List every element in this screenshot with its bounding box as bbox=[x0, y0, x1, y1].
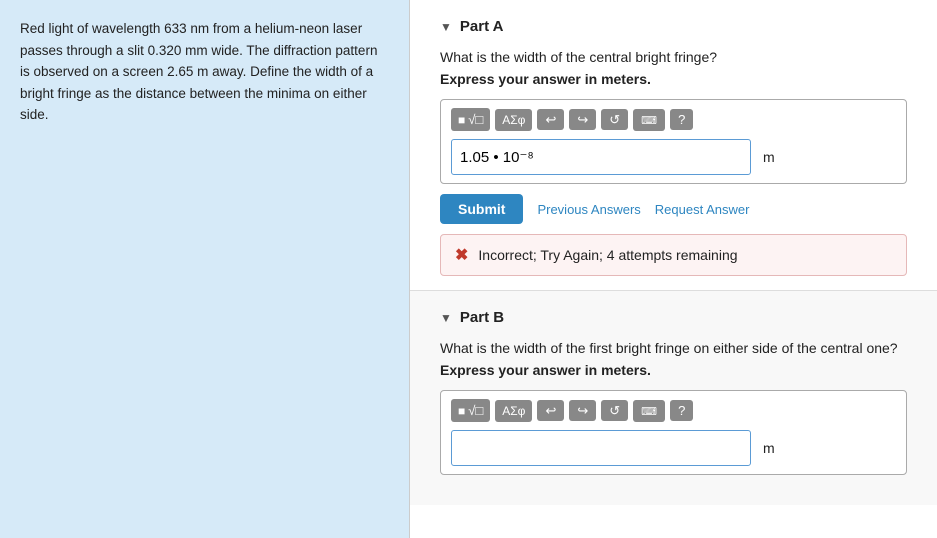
part-b-help-icon: ? bbox=[678, 403, 685, 418]
part-b-refresh-button[interactable]: ↺ bbox=[601, 400, 628, 421]
part-a-header: ▼ Part A bbox=[440, 18, 907, 35]
part-a-answer-input[interactable] bbox=[451, 139, 751, 175]
part-b-unit: m bbox=[763, 440, 775, 456]
part-b-redo-icon: ↪ bbox=[577, 403, 588, 418]
problem-description: Red light of wavelength 633 nm from a he… bbox=[0, 0, 410, 538]
part-b-help-button[interactable]: ? bbox=[670, 400, 693, 421]
problem-text: Red light of wavelength 633 nm from a he… bbox=[20, 18, 389, 126]
redo-button[interactable]: ↪ bbox=[569, 109, 596, 130]
part-a-question: What is the width of the central bright … bbox=[440, 49, 907, 65]
part-b-refresh-icon: ↺ bbox=[609, 403, 620, 418]
part-b-input-container: ■ √□ ΑΣφ ↩ ↪ ↺ ⌨ ? bbox=[440, 390, 907, 475]
part-a-actions: Submit Previous Answers Request Answer bbox=[440, 194, 907, 224]
help-button[interactable]: ? bbox=[670, 109, 693, 130]
refresh-button[interactable]: ↺ bbox=[601, 109, 628, 130]
part-b-label: Part B bbox=[460, 309, 504, 326]
part-a-toolbar: ■ √□ ΑΣφ ↩ ↪ ↺ ⌨ ? bbox=[451, 108, 896, 131]
part-a-section: ▼ Part A What is the width of the centra… bbox=[410, 0, 937, 290]
answer-panel: ▼ Part A What is the width of the centra… bbox=[410, 0, 937, 538]
submit-button[interactable]: Submit bbox=[440, 194, 523, 224]
undo-button[interactable]: ↩ bbox=[537, 109, 564, 130]
part-b-undo-icon: ↩ bbox=[545, 403, 556, 418]
part-b-math-icon: ■ bbox=[458, 404, 465, 418]
part-b-redo-button[interactable]: ↪ bbox=[569, 400, 596, 421]
part-a-instruction: Express your answer in meters. bbox=[440, 71, 907, 87]
part-b-undo-button[interactable]: ↩ bbox=[537, 400, 564, 421]
refresh-icon: ↺ bbox=[609, 112, 620, 127]
part-a-chevron[interactable]: ▼ bbox=[440, 20, 452, 34]
keyboard-button[interactable]: ⌨ bbox=[633, 109, 665, 131]
part-b-instruction: Express your answer in meters. bbox=[440, 362, 907, 378]
part-b-answer-input[interactable] bbox=[451, 430, 751, 466]
part-a-unit: m bbox=[763, 149, 775, 165]
part-a-input-container: ■ √□ ΑΣφ ↩ ↪ ↺ ⌨ ? bbox=[440, 99, 907, 184]
part-b-sqrt-icon: √□ bbox=[468, 403, 483, 418]
help-icon: ? bbox=[678, 112, 685, 127]
keyboard-icon: ⌨ bbox=[641, 115, 657, 127]
part-b-math-button[interactable]: ■ √□ bbox=[451, 399, 490, 422]
part-b-toolbar: ■ √□ ΑΣφ ↩ ↪ ↺ ⌨ ? bbox=[451, 399, 896, 422]
feedback-text: Incorrect; Try Again; 4 attempts remaini… bbox=[478, 247, 737, 263]
part-b-question: What is the width of the first bright fr… bbox=[440, 340, 907, 356]
part-b-sigma-button[interactable]: ΑΣφ bbox=[495, 400, 532, 422]
undo-icon: ↩ bbox=[545, 112, 556, 127]
part-b-keyboard-icon: ⌨ bbox=[641, 406, 657, 418]
sigma-icon: ΑΣφ bbox=[502, 113, 525, 127]
sqrt-icon: √□ bbox=[468, 112, 483, 127]
part-a-input-row: m bbox=[451, 139, 896, 175]
redo-icon: ↪ bbox=[577, 112, 588, 127]
part-b-section: ▼ Part B What is the width of the first … bbox=[410, 290, 937, 505]
part-b-keyboard-button[interactable]: ⌨ bbox=[633, 400, 665, 422]
feedback-box: ✖ Incorrect; Try Again; 4 attempts remai… bbox=[440, 234, 907, 276]
math-icon: ■ bbox=[458, 113, 465, 127]
part-b-header: ▼ Part B bbox=[440, 309, 907, 326]
math-button[interactable]: ■ √□ bbox=[451, 108, 490, 131]
part-a-label: Part A bbox=[460, 18, 504, 35]
incorrect-icon: ✖ bbox=[455, 245, 468, 265]
request-answer-link[interactable]: Request Answer bbox=[655, 202, 750, 217]
part-b-input-row: m bbox=[451, 430, 896, 466]
sigma-button[interactable]: ΑΣφ bbox=[495, 109, 532, 131]
previous-answers-link[interactable]: Previous Answers bbox=[537, 202, 640, 217]
part-b-chevron[interactable]: ▼ bbox=[440, 311, 452, 325]
part-b-sigma-icon: ΑΣφ bbox=[502, 404, 525, 418]
